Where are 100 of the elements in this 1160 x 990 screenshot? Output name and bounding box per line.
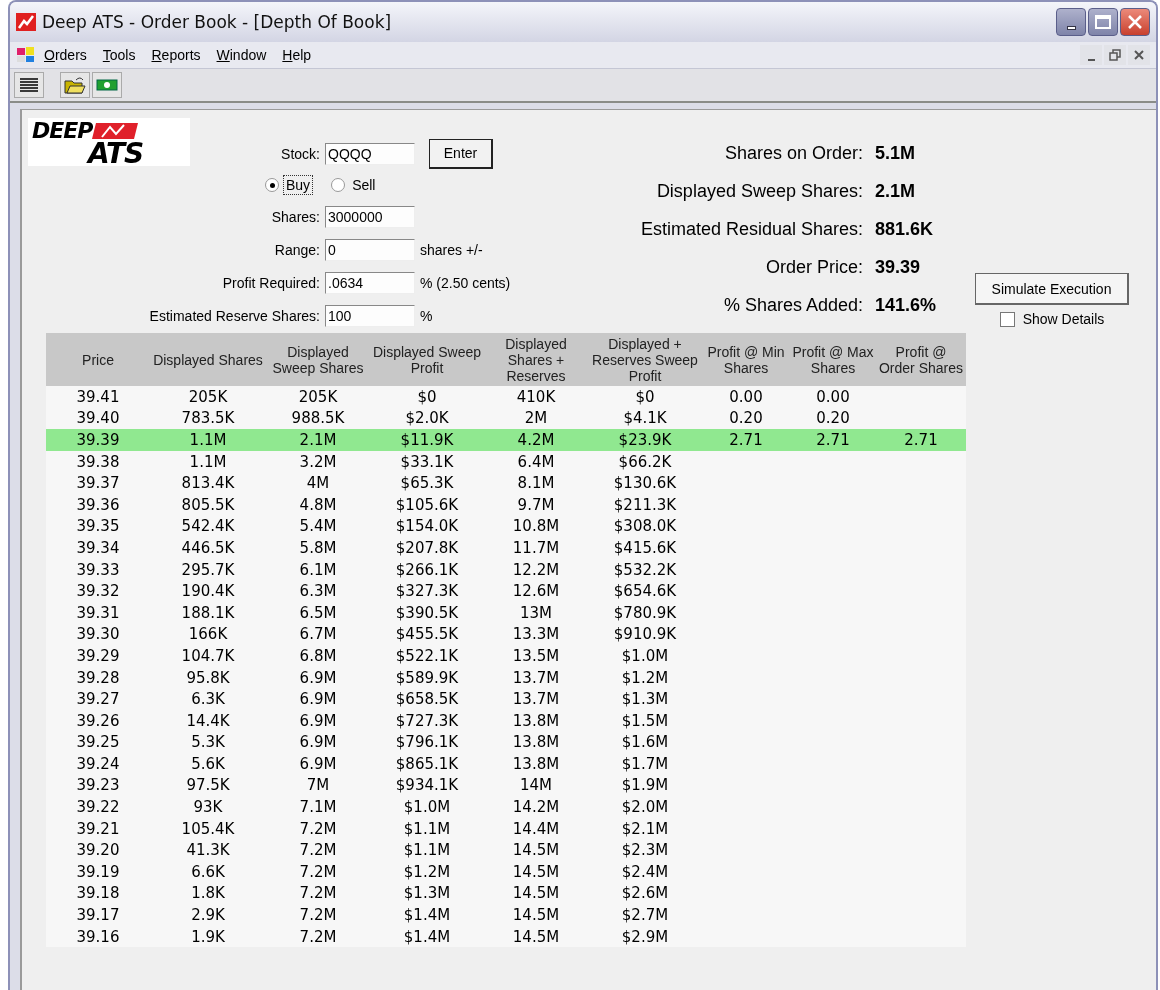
table-row[interactable]: 39.30 166K 6.7M $455.5K 13.3M $910.9K [46, 623, 966, 646]
side-radio[interactable]: Sell [331, 175, 379, 195]
summary-label: Shares on Order: [723, 143, 863, 164]
table-cell: 41.3K [186, 841, 230, 860]
input-field[interactable]: 0 [325, 238, 415, 261]
table-row[interactable]: 39.29 104.7K 6.8M $522.1K 13.5M $1.0M [46, 645, 966, 667]
table-row[interactable]: 39.27 6.3K 6.9M $658.5K 13.7M $1.3M [46, 688, 966, 710]
table-cell: 1.9K [191, 927, 225, 946]
table-row[interactable]: 39.39 1.1M 2.1M $11.9K 4.2M $23.9K 2.71 2.71 2.71 [46, 429, 966, 451]
table-row[interactable]: 39.31 188.1K 6.5M $390.5K 13M $780.9K [46, 601, 966, 624]
table-cell: 14.5M [512, 927, 560, 946]
table-cell: 13.7M [512, 668, 560, 687]
table-cell: $211.3K [613, 495, 677, 514]
table-row[interactable]: 39.38 1.1M 3.2M $33.1K 6.4M $66.2K [46, 450, 966, 473]
table-cell: 2.9K [191, 906, 225, 925]
table-row[interactable]: 39.40 783.5K 988.5K $2.0K 2M $4.1K 0.20 0.20 [46, 407, 966, 430]
input-field[interactable]: 3000000 [325, 205, 415, 228]
table-cell: 13.8M [512, 754, 560, 773]
table-row[interactable]: 39.21 105.4K 7.2M $1.1M 14.4M $2.1M [46, 817, 966, 840]
table-row[interactable]: 39.33 295.7K 6.1M $266.1K 12.2M $532.2K [46, 558, 966, 581]
app-logo-icon [16, 13, 36, 31]
table-cell: $522.1K [395, 646, 459, 665]
table-cell: 410K [516, 387, 556, 406]
simulate-execution-button[interactable]: Simulate Execution [975, 273, 1129, 305]
menu-item[interactable]: Window [208, 47, 275, 63]
unit-label: shares +/- [420, 241, 483, 258]
table-cell: 805.5K [181, 495, 235, 514]
table-cell: 39.39 [76, 431, 120, 449]
table-row[interactable]: 39.26 14.4K 6.9M $727.3K 13.8M $1.5M [46, 709, 966, 732]
table-row[interactable]: 39.32 190.4K 6.3M $327.3K 12.6M $654.6K [46, 580, 966, 602]
table-row[interactable]: 39.36 805.5K 4.8M $105.6K 9.7M $211.3K [46, 493, 966, 516]
table-cell: $1.3M [403, 884, 451, 903]
table-cell: $1.7M [621, 754, 669, 773]
table-row[interactable]: 39.41 205K 205K $0 410K $0 0.00 0.00 [46, 386, 966, 408]
table-cell: 13.3M [512, 625, 560, 644]
table-cell: 13.8M [512, 733, 560, 752]
table-cell: 39.31 [76, 603, 120, 622]
table-row[interactable]: 39.22 93K 7.1M $1.0M 14.2M $2.0M [46, 796, 966, 818]
table-row[interactable]: 39.25 5.3K 6.9M $796.1K 13.8M $1.6M [46, 731, 966, 754]
restore-icon [1109, 49, 1121, 61]
money-icon[interactable] [92, 72, 122, 98]
table-cell: 104.7K [181, 646, 235, 665]
open-folder-icon[interactable] [60, 72, 90, 98]
list-icon[interactable] [14, 72, 44, 98]
summary-value: 2.1M [875, 181, 917, 202]
table-row[interactable]: 39.35 542.4K 5.4M $154.0K 10.8M $308.0K [46, 515, 966, 538]
table-row[interactable]: 39.18 1.8K 7.2M $1.3M 14.5M $2.6M [46, 882, 966, 905]
table-cell: 1.8K [191, 884, 225, 903]
table-cell: $2.9M [621, 927, 669, 946]
table-cell: 95.8K [186, 668, 230, 687]
table-cell: 0.20 [729, 409, 763, 428]
close-icon [1134, 50, 1144, 60]
maximize-button[interactable] [1088, 8, 1118, 36]
table-cell: 6.8M [299, 646, 337, 665]
table-row[interactable]: 39.19 6.6K 7.2M $1.2M 14.5M $2.4M [46, 861, 966, 883]
table-row[interactable]: 39.24 5.6K 6.9M $865.1K 13.8M $1.7M [46, 753, 966, 775]
table-row[interactable]: 39.17 2.9K 7.2M $1.4M 14.5M $2.7M [46, 904, 966, 926]
table-cell: $2.4M [621, 862, 669, 881]
menu-item[interactable]: Help [274, 47, 320, 63]
close-button[interactable] [1128, 45, 1150, 65]
table-cell: 6.6K [191, 862, 225, 881]
field-label: Estimated Reserve Shares: [148, 307, 321, 324]
table-row[interactable]: 39.28 95.8K 6.9M $589.9K 13.7M $1.2M [46, 666, 966, 689]
table-cell: 39.29 [76, 646, 120, 665]
minimize-icon [1066, 26, 1076, 30]
menu-item[interactable]: Reports [143, 47, 209, 63]
table-row[interactable]: 39.37 813.4K 4M $65.3K 8.1M $130.6K [46, 472, 966, 494]
table-cell: 1.1M [189, 431, 227, 449]
table-row[interactable]: 39.34 446.5K 5.8M $207.8K 11.7M $415.6K [46, 537, 966, 559]
column-header: Displayed Shares [152, 350, 264, 370]
input-field[interactable]: .0634 [325, 271, 415, 294]
field-label: Range: [273, 241, 321, 258]
table-cell: 14.2M [512, 798, 560, 817]
table-cell: 39.32 [76, 582, 120, 601]
table-cell: $2.1M [621, 819, 669, 838]
table-cell: 7.1M [299, 798, 337, 817]
column-header: Displayed Sweep Profit [371, 342, 483, 378]
menu-item[interactable]: Tools [94, 47, 144, 63]
restore-button[interactable] [1104, 45, 1126, 65]
deep-ats-logo: DEEP ATS [28, 118, 190, 166]
enter-button[interactable]: Enter [429, 138, 493, 169]
table-cell: 39.23 [76, 776, 120, 795]
table-row[interactable]: 39.16 1.9K 7.2M $1.4M 14.5M $2.9M [46, 925, 966, 948]
summary-value: 5.1M [875, 143, 917, 164]
table-row[interactable]: 39.20 41.3K 7.2M $1.1M 14.5M $2.3M [46, 839, 966, 862]
table-cell: $455.5K [395, 625, 459, 644]
input-field[interactable]: 100 [325, 304, 415, 327]
table-cell: 14.5M [512, 906, 560, 925]
table-cell: 39.17 [76, 906, 120, 925]
minimize-button[interactable] [1080, 45, 1102, 65]
menu-item[interactable]: Orders [36, 47, 95, 63]
minimize-button[interactable] [1056, 8, 1086, 36]
show-details-checkbox[interactable]: Show Details [999, 311, 1105, 327]
stock-field[interactable]: QQQQ [325, 142, 415, 165]
table-cell: 97.5K [186, 776, 230, 795]
table-row[interactable]: 39.23 97.5K 7M $934.1K 14M $1.9M [46, 774, 966, 797]
close-button[interactable] [1120, 8, 1150, 36]
table-cell: $1.1M [403, 841, 451, 860]
table-cell: $780.9K [613, 603, 677, 622]
table-cell: 205K [298, 387, 338, 406]
